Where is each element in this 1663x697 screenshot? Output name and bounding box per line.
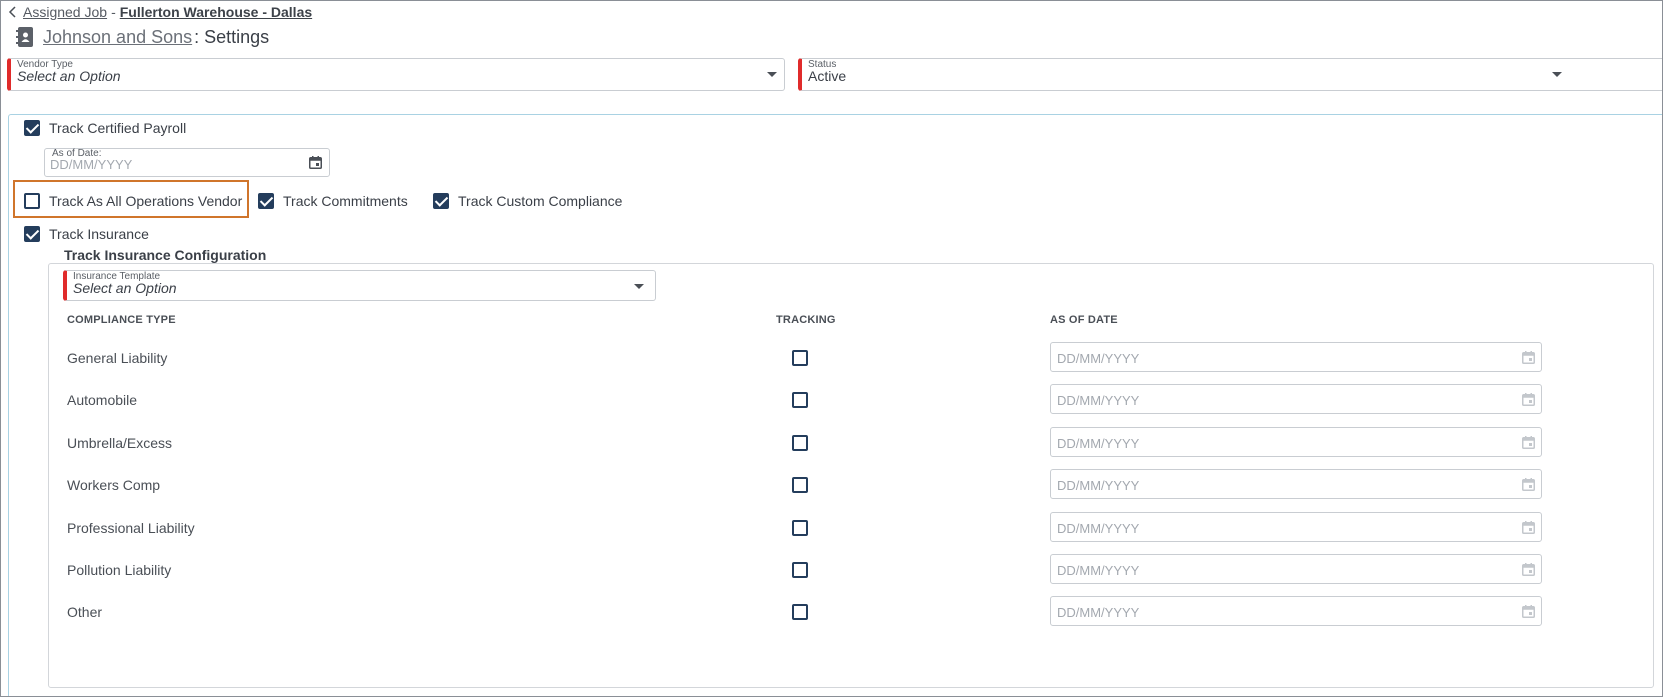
compliance-type-label: General Liability — [67, 350, 168, 366]
tracking-checkbox[interactable] — [792, 562, 808, 578]
vendor-name-link[interactable]: Johnson and Sons — [43, 27, 192, 48]
track-insurance-label: Track Insurance — [49, 226, 149, 242]
compliance-type-label: Workers Comp — [67, 477, 161, 494]
caret-down-icon — [1552, 72, 1562, 77]
page-title: Johnson and Sons : Settings — [15, 25, 269, 49]
calendar-icon[interactable] — [1522, 393, 1535, 407]
as-of-date-placeholder: DD/MM/YYYY — [1057, 435, 1140, 451]
calendar-icon[interactable] — [1522, 478, 1535, 492]
as-of-date-field[interactable]: DD/MM/YYYY — [1050, 342, 1542, 372]
as-of-date-placeholder: DD/MM/YYYY — [1057, 520, 1140, 536]
compliance-type-label: Automobile — [67, 392, 138, 409]
as-of-date-placeholder: DD/MM/YYYY — [1057, 351, 1140, 366]
tracking-checkbox[interactable] — [792, 434, 808, 451]
column-header-tracking: TRACKING — [776, 314, 836, 326]
track-commitments-label: Track Commitments — [283, 193, 408, 209]
column-header-as-of-date: AS OF DATE — [1050, 314, 1118, 326]
as-of-date-field[interactable]: DD/MM/YYYY — [1050, 554, 1542, 584]
calendar-icon[interactable] — [1522, 351, 1535, 364]
as-of-date-field[interactable]: DD/MM/YYYY — [1050, 426, 1542, 457]
caret-down-icon — [767, 72, 777, 77]
tracking-checkbox[interactable] — [792, 519, 808, 536]
tracking-checkbox[interactable] — [792, 604, 808, 621]
track-custom-compliance-checkbox[interactable] — [433, 193, 449, 209]
page-title-suffix: : Settings — [194, 26, 270, 47]
as-of-date-field[interactable]: DD/MM/YYYY — [1050, 596, 1542, 627]
column-header-compliance-type: COMPLIANCE TYPE — [67, 314, 176, 326]
calendar-icon[interactable] — [1522, 605, 1535, 619]
as-of-date-placeholder: DD/MM/YYYY — [1057, 563, 1140, 578]
calendar-icon[interactable] — [1522, 435, 1535, 449]
certified-payroll-date-field[interactable]: As of Date: DD/MM/YYYY — [44, 148, 330, 177]
as-of-date-field[interactable]: DD/MM/YYYY — [1050, 384, 1542, 415]
status-select[interactable]: Status Active — [798, 58, 1662, 91]
vendor-type-select[interactable]: Vendor Type Select an Option — [7, 58, 785, 91]
as-of-date-placeholder: DD/MM/YYYY — [1057, 478, 1140, 494]
compliance-type-label: Professional Liability — [67, 519, 195, 536]
breadcrumb: Assigned Job - Fullerton Warehouse - Dal… — [7, 4, 312, 20]
breadcrumb-job-link[interactable]: Fullerton Warehouse - Dallas — [120, 4, 312, 20]
track-certified-payroll-checkbox[interactable] — [24, 120, 40, 136]
as-of-date-placeholder: DD/MM/YYYY — [1057, 393, 1140, 409]
breadcrumb-separator: - — [111, 4, 116, 20]
caret-down-icon — [634, 284, 644, 289]
track-custom-compliance-label: Track Custom Compliance — [458, 193, 623, 209]
vendor-type-value: Select an Option — [17, 68, 121, 84]
as-of-date-field[interactable]: DD/MM/YYYY — [1050, 469, 1542, 500]
address-book-icon — [16, 27, 33, 47]
track-commitments-checkbox[interactable] — [258, 193, 274, 209]
insurance-config-title: Track Insurance Configuration — [59, 247, 272, 263]
calendar-icon[interactable] — [309, 156, 322, 169]
breadcrumb-assigned-job-link[interactable]: Assigned Job — [23, 4, 107, 20]
compliance-type-label: Umbrella/Excess — [67, 434, 173, 451]
track-all-operations-label: Track As All Operations Vendor — [49, 193, 243, 209]
calendar-icon[interactable] — [1522, 520, 1535, 534]
tracking-checkbox[interactable] — [792, 350, 808, 366]
tracking-checkbox[interactable] — [792, 477, 808, 494]
chevron-left-icon[interactable] — [7, 5, 19, 19]
track-all-operations-checkbox[interactable] — [24, 193, 40, 209]
tracking-checkbox[interactable] — [792, 392, 808, 409]
as-of-date-field[interactable]: DD/MM/YYYY — [1050, 511, 1542, 542]
insurance-template-select[interactable]: Insurance Template Select an Option — [63, 270, 656, 301]
calendar-icon[interactable] — [1522, 563, 1535, 576]
as-of-date-placeholder: DD/MM/YYYY — [1057, 605, 1140, 621]
track-certified-payroll-label: Track Certified Payroll — [49, 120, 187, 136]
track-insurance-checkbox[interactable] — [24, 226, 40, 242]
as-of-date-placeholder: DD/MM/YYYY — [50, 157, 133, 172]
compliance-type-label: Pollution Liability — [67, 562, 172, 578]
settings-window: Assigned Job - Fullerton Warehouse - Dal… — [0, 0, 1663, 697]
insurance-template-value: Select an Option — [73, 280, 177, 296]
compliance-type-label: Other — [67, 604, 103, 621]
status-value: Active — [808, 68, 847, 84]
